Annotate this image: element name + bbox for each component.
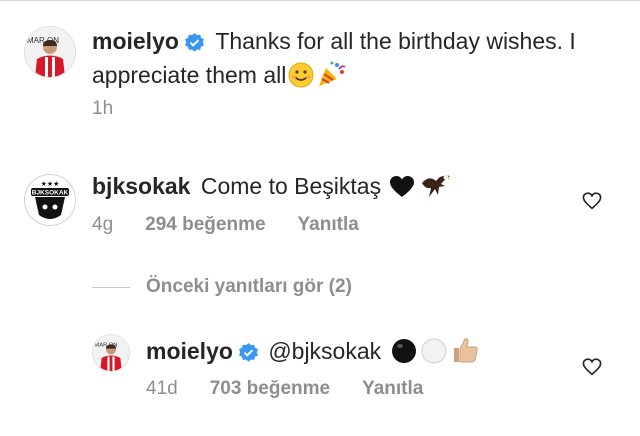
smile-emoji-icon	[288, 62, 314, 96]
view-replies-label[interactable]: Önceki yanıtları gör (2)	[146, 276, 352, 298]
svg-text:★★★: ★★★	[41, 180, 60, 188]
avatar-moielyo-caption[interactable]: MAR ON	[24, 26, 76, 78]
bjk-badge-text: BJKSOKAK	[32, 190, 69, 197]
reply-reply-button[interactable]: Yanıtla	[362, 378, 423, 399]
party-popper-emoji-icon	[316, 60, 346, 96]
thumbs-up-emoji-icon	[451, 336, 479, 372]
reply-body: moielyo @bjksokak	[146, 336, 566, 372]
verified-badge-icon	[184, 29, 204, 60]
comment-username[interactable]: bjksokak	[92, 173, 190, 199]
reply-username[interactable]: moielyo	[146, 338, 233, 364]
comment-text: Come to Beşiktaş	[200, 173, 382, 199]
comment-reply-button[interactable]: Yanıtla	[298, 214, 359, 235]
comment-time: 4g	[92, 214, 114, 235]
view-previous-replies[interactable]: Önceki yanıtları gör (2)	[92, 275, 352, 299]
verified-badge-icon-reply	[238, 339, 258, 370]
black-circle-emoji-icon	[391, 338, 417, 372]
comment-body: bjksokak Come to Beşiktaş	[92, 171, 572, 207]
black-heart-emoji-icon	[389, 175, 415, 207]
reply-meta: 41d 703 beğenme Yanıtla	[146, 378, 455, 400]
eagle-emoji-icon	[421, 173, 451, 207]
comment-likes[interactable]: 294 beğenme	[145, 214, 265, 235]
avatar-bjksokak[interactable]: ★★★ BJKSOKAK	[24, 174, 76, 226]
reply-mention[interactable]: @bjksokak	[268, 338, 381, 364]
heart-outline-icon[interactable]	[582, 192, 602, 215]
caption-username[interactable]: moielyo	[92, 28, 179, 54]
top-divider	[0, 0, 640, 1]
avatar-moielyo-reply[interactable]: MAR ON	[92, 334, 130, 372]
comment-meta: 4g 294 beğenme Yanıtla	[92, 214, 391, 236]
replies-divider	[92, 286, 130, 288]
white-circle-emoji-icon	[421, 338, 447, 372]
caption-meta: 1h	[92, 98, 145, 120]
caption-time: 1h	[92, 98, 114, 119]
reply-likes[interactable]: 703 beğenme	[210, 378, 330, 399]
reply-time: 41d	[146, 378, 178, 399]
heart-outline-icon-reply[interactable]	[582, 358, 602, 381]
caption-body: moielyo Thanks for all the birthday wish…	[92, 26, 612, 96]
